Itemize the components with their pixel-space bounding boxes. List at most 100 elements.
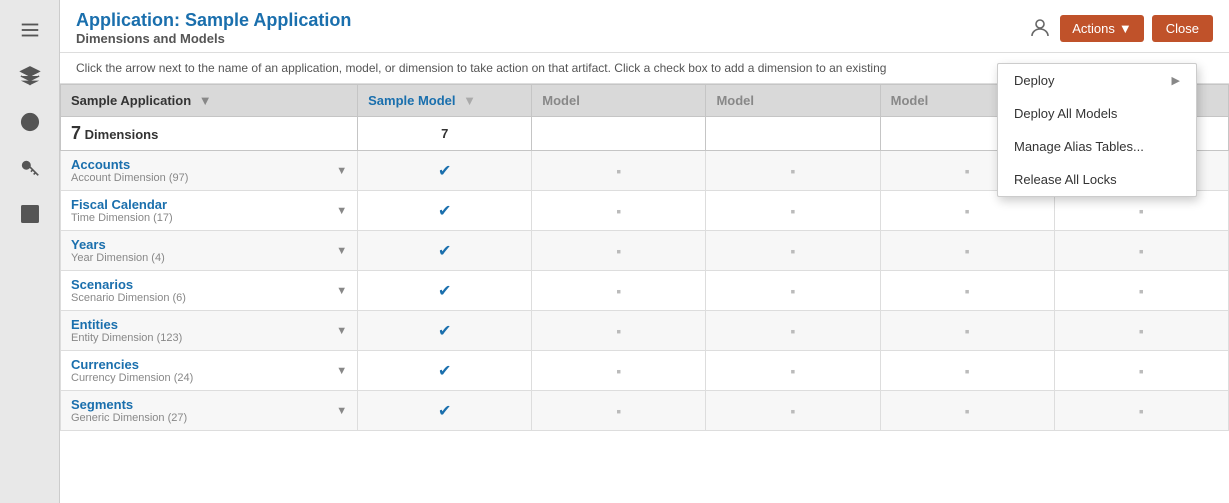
actions-label: Actions	[1072, 21, 1115, 36]
count-dims-cell: 7 Dimensions	[61, 117, 358, 151]
table-row: Fiscal Calendar Time Dimension (17) ▼ ✔ ▪…	[61, 191, 1229, 231]
count-num: 7	[71, 123, 81, 143]
col-header-app: Sample Application ▼	[61, 85, 358, 117]
checkmark-icon: ✔	[438, 243, 451, 260]
empty-checkbox-icon: ▪	[965, 163, 970, 179]
check-cell-model5[interactable]: ▪	[1054, 351, 1228, 391]
menu-item-deploy-all[interactable]: Deploy All Models	[998, 97, 1196, 130]
check-cell-model2[interactable]: ▪	[532, 151, 706, 191]
dim-dropdown-arrow-icon[interactable]: ▼	[336, 205, 347, 217]
col-header-model1: Sample Model ▼	[358, 85, 532, 117]
check-cell-model3[interactable]: ▪	[706, 311, 880, 351]
dim-name[interactable]: Entities	[71, 317, 182, 332]
check-cell-model1[interactable]: ✔	[358, 231, 532, 271]
check-cell-model3[interactable]: ▪	[706, 271, 880, 311]
table-row: Segments Generic Dimension (27) ▼ ✔▪▪▪▪	[61, 391, 1229, 431]
page-title: Application: Sample Application	[76, 10, 351, 31]
check-cell-model1[interactable]: ✔	[358, 151, 532, 191]
check-cell-model1[interactable]: ✔	[358, 391, 532, 431]
dim-name[interactable]: Scenarios	[71, 277, 186, 292]
check-cell-model3[interactable]: ▪	[706, 191, 880, 231]
check-cell-model4[interactable]: ▪	[880, 391, 1054, 431]
check-cell-model3[interactable]: ▪	[706, 151, 880, 191]
dim-cell: Segments Generic Dimension (27) ▼	[61, 391, 358, 431]
empty-checkbox-icon: ▪	[791, 243, 796, 259]
empty-checkbox-icon: ▪	[791, 283, 796, 299]
menu-item-deploy[interactable]: Deploy ▶	[998, 64, 1196, 97]
dim-name[interactable]: Fiscal Calendar	[71, 197, 173, 212]
check-cell-model5[interactable]: ▪	[1054, 391, 1228, 431]
col-header-model2: Model	[532, 85, 706, 117]
check-cell-model5[interactable]: ▪	[1054, 271, 1228, 311]
check-cell-model5[interactable]: ▪	[1054, 231, 1228, 271]
menu-item-manage-alias[interactable]: Manage Alias Tables...	[998, 130, 1196, 163]
check-cell-model2[interactable]: ▪	[532, 231, 706, 271]
empty-checkbox-icon: ▪	[965, 323, 970, 339]
check-cell-model1[interactable]: ✔	[358, 191, 532, 231]
check-cell-model4[interactable]: ▪	[880, 231, 1054, 271]
dim-dropdown-arrow-icon[interactable]: ▼	[336, 285, 347, 297]
sidebar-item-cube[interactable]	[6, 54, 54, 98]
dim-dropdown-arrow-icon[interactable]: ▼	[336, 365, 347, 377]
count-empty-2	[706, 117, 880, 151]
check-cell-model3[interactable]: ▪	[706, 231, 880, 271]
actions-button[interactable]: Actions ▼	[1060, 15, 1144, 42]
dim-name[interactable]: Segments	[71, 397, 187, 412]
user-icon-button[interactable]	[1028, 16, 1052, 40]
empty-checkbox-icon: ▪	[1139, 403, 1144, 419]
check-cell-model1[interactable]: ✔	[358, 311, 532, 351]
empty-checkbox-icon: ▪	[791, 363, 796, 379]
menu-item-release-locks-label: Release All Locks	[1014, 172, 1117, 187]
count-model-cell: 7	[358, 117, 532, 151]
dim-cell: Years Year Dimension (4) ▼	[61, 231, 358, 271]
check-cell-model2[interactable]: ▪	[532, 271, 706, 311]
dim-name[interactable]: Currencies	[71, 357, 193, 372]
dim-dropdown-arrow-icon[interactable]: ▼	[336, 245, 347, 257]
empty-checkbox-icon: ▪	[791, 323, 796, 339]
submenu-arrow-icon: ▶	[1172, 74, 1180, 87]
check-cell-model4[interactable]: ▪	[880, 271, 1054, 311]
sidebar-item-list[interactable]	[6, 8, 54, 52]
dim-sub: Year Dimension (4)	[71, 252, 165, 264]
empty-checkbox-icon: ▪	[965, 203, 970, 219]
dim-dropdown-arrow-icon[interactable]: ▼	[336, 405, 347, 417]
dim-name[interactable]: Accounts	[71, 157, 188, 172]
check-cell-model4[interactable]: ▪	[880, 191, 1054, 231]
check-cell-model2[interactable]: ▪	[532, 351, 706, 391]
actions-dropdown-menu: Deploy ▶ Deploy All Models Manage Alias …	[997, 63, 1197, 197]
actions-dropdown-arrow: ▼	[1119, 21, 1132, 36]
check-cell-model4[interactable]: ▪	[880, 351, 1054, 391]
dim-dropdown-arrow-icon[interactable]: ▼	[336, 325, 347, 337]
check-cell-model2[interactable]: ▪	[532, 191, 706, 231]
dim-cell: Accounts Account Dimension (97) ▼	[61, 151, 358, 191]
empty-checkbox-icon: ▪	[616, 283, 621, 299]
count-dims-label: Dimensions	[85, 127, 159, 142]
close-button[interactable]: Close	[1152, 15, 1213, 42]
sidebar-item-clock[interactable]	[6, 100, 54, 144]
dim-cell: Entities Entity Dimension (123) ▼	[61, 311, 358, 351]
check-cell-model2[interactable]: ▪	[532, 311, 706, 351]
empty-checkbox-icon: ▪	[1139, 283, 1144, 299]
dim-cell: Scenarios Scenario Dimension (6) ▼	[61, 271, 358, 311]
check-cell-model1[interactable]: ✔	[358, 271, 532, 311]
empty-checkbox-icon: ▪	[1139, 203, 1144, 219]
check-cell-model4[interactable]: ▪	[880, 311, 1054, 351]
empty-checkbox-icon: ▪	[965, 363, 970, 379]
check-cell-model5[interactable]: ▪	[1054, 191, 1228, 231]
dim-name[interactable]: Years	[71, 237, 165, 252]
dim-cell: Fiscal Calendar Time Dimension (17) ▼	[61, 191, 358, 231]
check-cell-model3[interactable]: ▪	[706, 351, 880, 391]
dim-dropdown-arrow-icon[interactable]: ▼	[336, 165, 347, 177]
sidebar-item-key[interactable]	[6, 146, 54, 190]
check-cell-model1[interactable]: ✔	[358, 351, 532, 391]
menu-item-deploy-label: Deploy	[1014, 73, 1054, 88]
empty-checkbox-icon: ▪	[791, 163, 796, 179]
empty-checkbox-icon: ▪	[616, 203, 621, 219]
sidebar-item-table[interactable]	[6, 192, 54, 236]
menu-item-release-locks[interactable]: Release All Locks	[998, 163, 1196, 196]
dim-sub: Account Dimension (97)	[71, 172, 188, 184]
check-cell-model2[interactable]: ▪	[532, 391, 706, 431]
header: Application: Sample Application Dimensio…	[60, 0, 1229, 53]
check-cell-model3[interactable]: ▪	[706, 391, 880, 431]
check-cell-model5[interactable]: ▪	[1054, 311, 1228, 351]
